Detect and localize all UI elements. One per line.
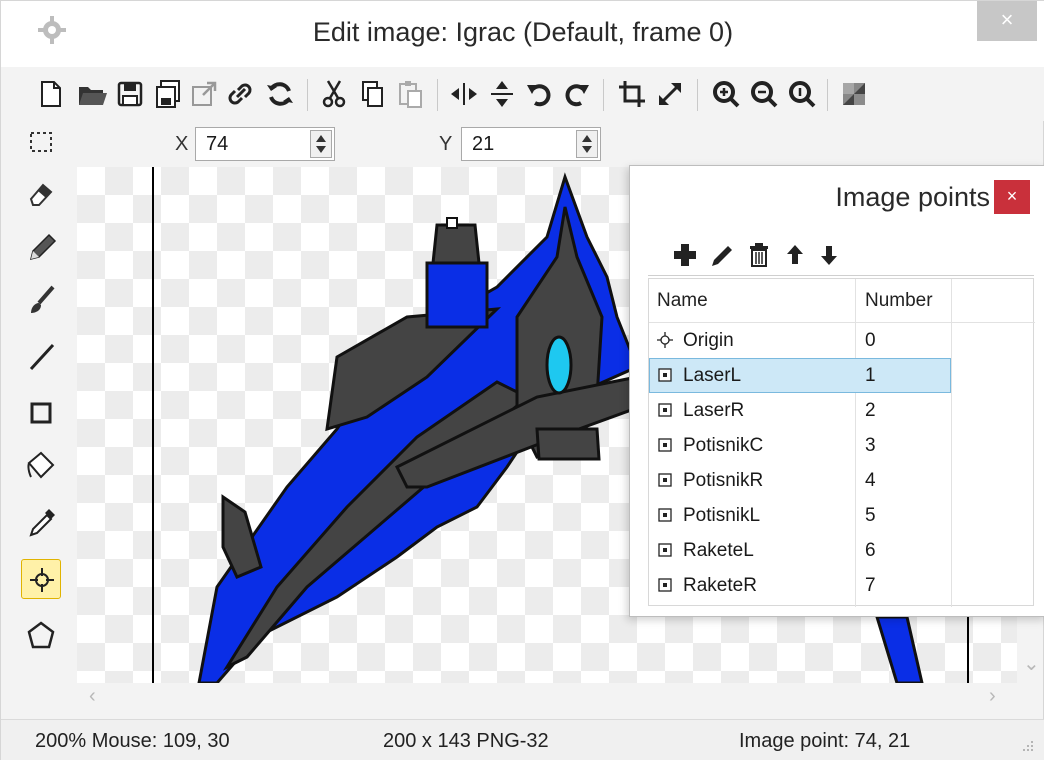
row-number: 1 xyxy=(865,365,876,386)
point-icon xyxy=(658,508,672,522)
color-picker-icon[interactable] xyxy=(21,503,61,543)
scroll-down-icon[interactable]: ⌄ xyxy=(1023,651,1040,676)
transparency-icon[interactable] xyxy=(837,77,871,111)
move-down-icon[interactable] xyxy=(814,240,844,270)
link-icon[interactable] xyxy=(223,77,257,111)
point-icon xyxy=(658,403,672,417)
zoom-out-icon[interactable] xyxy=(747,77,781,111)
column-number-header[interactable]: Number xyxy=(865,290,933,312)
row-name: LaserL xyxy=(683,365,742,386)
scroll-left-icon[interactable]: ‹ xyxy=(89,685,96,708)
point-icon xyxy=(658,368,672,382)
origin-icon xyxy=(657,332,673,348)
image-points-panel: Image points × Name Number Origin 0 Lase… xyxy=(629,165,1044,617)
horizontal-scrollbar[interactable]: ‹ › xyxy=(77,683,1017,709)
column-name-header[interactable]: Name xyxy=(657,290,708,312)
new-icon[interactable] xyxy=(33,77,67,111)
rotate-left-icon[interactable] xyxy=(523,77,557,111)
flip-vertical-icon[interactable] xyxy=(485,77,519,111)
rectangle-icon[interactable] xyxy=(21,393,61,433)
scroll-right-icon[interactable]: › xyxy=(989,685,996,708)
y-input[interactable]: 21 xyxy=(461,127,601,161)
table-row[interactable]: RaketeL 6 xyxy=(649,533,1035,568)
tool-palette xyxy=(21,123,65,683)
panel-close-button[interactable]: × xyxy=(994,180,1030,214)
row-number: 6 xyxy=(865,540,876,561)
y-value: 21 xyxy=(472,133,495,155)
window-title: Edit image: Igrac (Default, frame 0) xyxy=(312,17,734,47)
table-row-selected[interactable]: LaserL 1 xyxy=(649,358,1035,393)
y-spinner[interactable] xyxy=(576,130,598,158)
paste-icon[interactable] xyxy=(393,77,427,111)
flip-horizontal-icon[interactable] xyxy=(447,77,481,111)
editor-window: Edit image: Igrac (Default, frame 0) × X… xyxy=(0,0,1044,760)
select-icon[interactable] xyxy=(21,123,61,163)
row-number: 0 xyxy=(865,330,876,351)
zoom-mouse-status: 200% Mouse: 109, 30 xyxy=(35,730,230,752)
y-label: Y xyxy=(439,133,453,155)
origin-point-icon[interactable] xyxy=(21,559,61,599)
pencil-icon[interactable] xyxy=(21,227,61,267)
rotate-right-icon[interactable] xyxy=(559,77,593,111)
brush-icon[interactable] xyxy=(21,281,61,321)
panel-toolbar xyxy=(648,236,1034,276)
fill-icon[interactable] xyxy=(21,447,61,487)
reload-icon[interactable] xyxy=(263,77,297,111)
row-number: 4 xyxy=(865,470,876,491)
row-name: Origin xyxy=(683,330,734,351)
zoom-reset-icon[interactable] xyxy=(785,77,819,111)
row-name: RaketeR xyxy=(683,575,757,596)
add-icon[interactable] xyxy=(670,240,700,270)
row-number: 3 xyxy=(865,435,876,456)
edit-icon[interactable] xyxy=(706,240,736,270)
image-info-status: 200 x 143 PNG-32 xyxy=(383,730,549,752)
point-icon xyxy=(658,543,672,557)
row-name: LaserR xyxy=(683,400,745,421)
point-icon xyxy=(658,578,672,592)
point-icon xyxy=(658,438,672,452)
resize-icon[interactable] xyxy=(653,77,687,111)
cut-icon[interactable] xyxy=(317,77,351,111)
polygon-icon[interactable] xyxy=(21,615,61,655)
table-row[interactable]: Origin 0 xyxy=(649,323,1035,358)
row-name: PotisnikC xyxy=(683,435,764,456)
save-as-icon[interactable] xyxy=(151,77,185,111)
resize-grip-icon[interactable] xyxy=(1021,739,1035,753)
laser-point-marker xyxy=(446,217,458,229)
x-input[interactable]: 74 xyxy=(195,127,335,161)
table-row[interactable]: PotisnikL 5 xyxy=(649,498,1035,533)
window-close-button[interactable]: × xyxy=(977,1,1037,41)
table-row[interactable]: PotisnikC 3 xyxy=(649,428,1035,463)
row-name: PotisnikL xyxy=(683,505,761,526)
eraser-icon[interactable] xyxy=(21,173,61,213)
open-icon[interactable] xyxy=(75,77,109,111)
x-value: 74 xyxy=(206,133,229,155)
row-number: 7 xyxy=(865,575,876,596)
panel-title: Image points xyxy=(835,182,990,212)
export-icon[interactable] xyxy=(187,77,221,111)
table-row[interactable]: LaserR 2 xyxy=(649,393,1035,428)
row-name: PotisnikR xyxy=(683,470,764,491)
crop-icon[interactable] xyxy=(615,77,649,111)
row-number: 2 xyxy=(865,400,876,421)
zoom-in-icon[interactable] xyxy=(709,77,743,111)
delete-icon[interactable] xyxy=(744,240,774,270)
move-up-icon[interactable] xyxy=(780,240,810,270)
table-header: Name Number xyxy=(649,279,1035,323)
point-icon xyxy=(658,473,672,487)
main-toolbar xyxy=(1,67,1044,121)
x-spinner[interactable] xyxy=(310,130,332,158)
save-icon[interactable] xyxy=(113,77,147,111)
row-number: 5 xyxy=(865,505,876,526)
points-table: Name Number Origin 0 LaserL 1 LaserR 2 P… xyxy=(648,278,1035,607)
table-row[interactable]: PotisnikR 4 xyxy=(649,463,1035,498)
line-icon[interactable] xyxy=(21,337,61,377)
copy-icon[interactable] xyxy=(355,77,389,111)
title-bar: Edit image: Igrac (Default, frame 0) × xyxy=(1,1,1044,67)
x-label: X xyxy=(175,133,189,155)
image-point-status: Image point: 74, 21 xyxy=(739,730,911,752)
status-bar: 200% Mouse: 109, 30 200 x 143 PNG-32 Ima… xyxy=(1,719,1044,760)
row-name: RaketeL xyxy=(683,540,754,561)
table-row[interactable]: RaketeR 7 xyxy=(649,568,1035,603)
